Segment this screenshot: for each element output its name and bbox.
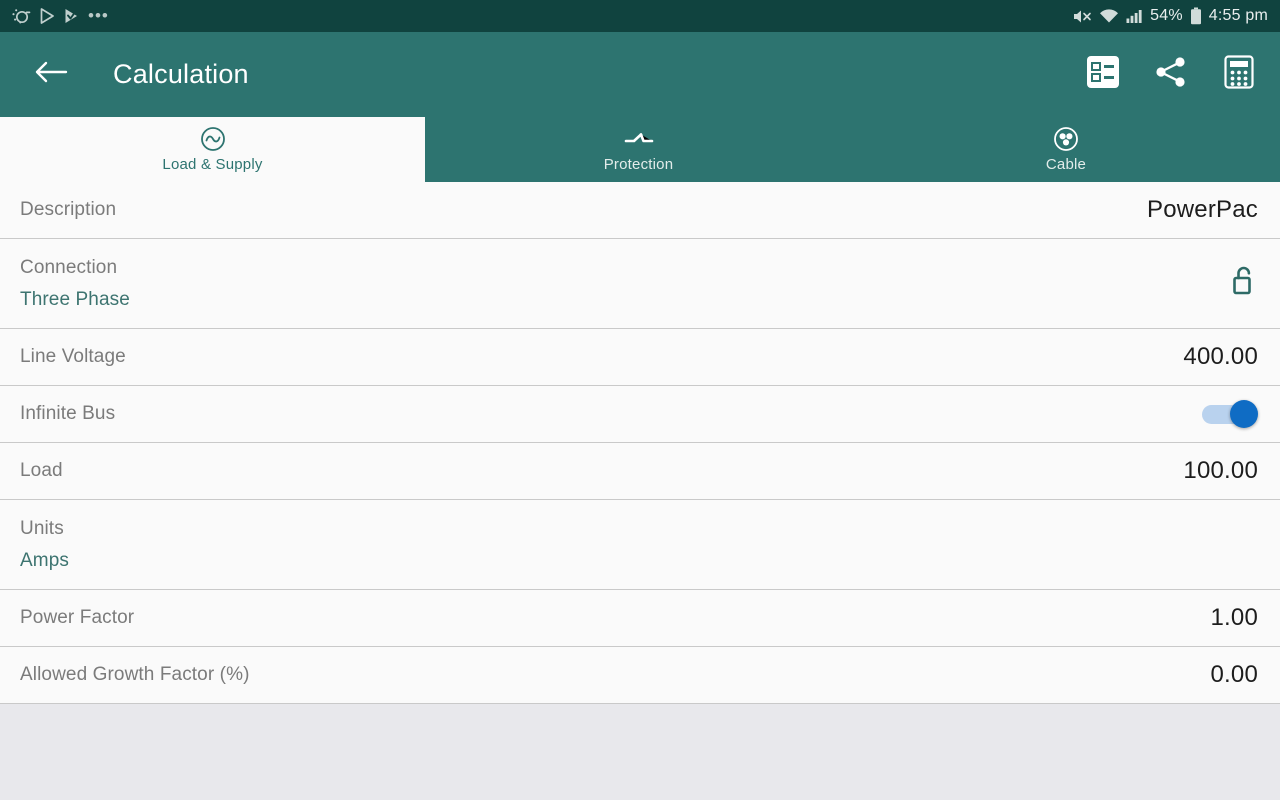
row-value: 1.00	[1210, 604, 1258, 631]
row-value-group: 400.00	[1183, 343, 1258, 371]
list-item-infinite-bus[interactable]: Infinite Bus	[0, 386, 1280, 443]
row-value-group	[1230, 264, 1258, 303]
row-label: Allowed Growth Factor (%)	[20, 664, 250, 685]
ac-sine-wave-icon	[200, 126, 226, 151]
row-label: Load	[20, 460, 63, 481]
app-bar-actions	[1082, 54, 1260, 96]
page-title: Calculation	[113, 59, 249, 89]
empty-area	[0, 704, 1280, 800]
row-label-group: Power Factor	[20, 607, 134, 629]
toggle-thumb	[1230, 400, 1258, 428]
row-label: Line Voltage	[20, 346, 126, 367]
app-bar: Calculation	[0, 32, 1280, 117]
row-label: Connection	[20, 256, 118, 278]
row-value-group	[1202, 398, 1258, 430]
row-label: Power Factor	[20, 607, 135, 628]
list-item-line-voltage[interactable]: Line Voltage 400.00	[0, 329, 1280, 386]
tab-label: Load & Supply	[162, 155, 263, 173]
infinite-bus-toggle[interactable]	[1202, 398, 1258, 430]
battery-percent-label: 54%	[1150, 7, 1183, 24]
play-store-icon	[40, 8, 55, 24]
row-label-group: Infinite Bus	[20, 403, 115, 425]
back-arrow-icon	[34, 59, 68, 90]
list-item-units[interactable]: Units Amps	[0, 500, 1280, 590]
tab-label: Cable	[1045, 155, 1087, 173]
row-label-group: Line Voltage	[20, 346, 126, 368]
row-subvalue: Amps	[20, 549, 69, 571]
status-bar-right-icons: 54% 4:55 pm	[1072, 7, 1268, 25]
settings-list: Description PowerPac Connection Three Ph…	[0, 182, 1280, 704]
calculator-button[interactable]	[1218, 54, 1260, 96]
tab-label: Protection	[603, 155, 674, 173]
tab-load-and-supply[interactable]: Load & Supply	[0, 117, 425, 182]
row-label-group: Description	[20, 199, 116, 221]
row-value: 100.00	[1183, 457, 1258, 484]
clock-label: 4:55 pm	[1208, 7, 1268, 24]
wifi-icon	[1099, 8, 1119, 25]
app-root: ••• 54% 4:55 pm Calculation Load & Suppl…	[0, 0, 1280, 800]
cast-screen-icon	[12, 8, 31, 24]
row-label-group: Load	[20, 460, 63, 482]
row-value-group: 0.00	[1210, 661, 1258, 689]
overflow-dots-icon: •••	[88, 6, 109, 25]
volume-mute-icon	[1072, 8, 1092, 25]
row-label-group: Units Amps	[20, 518, 69, 572]
unlocked-padlock-icon[interactable]	[1230, 264, 1258, 303]
list-item-power-factor[interactable]: Power Factor 1.00	[0, 590, 1280, 647]
row-label: Description	[20, 199, 117, 220]
row-value-group: PowerPac	[1147, 196, 1258, 224]
list-view-icon	[1085, 54, 1121, 95]
tab-protection[interactable]: Protection	[425, 117, 852, 182]
three-core-cable-icon	[1053, 126, 1079, 151]
row-label: Infinite Bus	[20, 403, 116, 424]
battery-icon	[1190, 7, 1202, 25]
cellular-signal-icon	[1126, 8, 1143, 25]
list-view-button[interactable]	[1082, 54, 1124, 96]
row-value: PowerPac	[1147, 196, 1258, 223]
row-value: 0.00	[1210, 661, 1258, 688]
row-label-group: Connection Three Phase	[20, 257, 130, 311]
row-label-group: Allowed Growth Factor (%)	[20, 664, 250, 686]
tab-cable[interactable]: Cable	[852, 117, 1280, 182]
share-icon	[1153, 54, 1189, 95]
share-button[interactable]	[1150, 54, 1192, 96]
play-check-icon	[64, 8, 79, 24]
circuit-breaker-icon	[624, 127, 654, 151]
row-value-group: 100.00	[1183, 457, 1258, 485]
tab-bar: Load & Supply Protection Cable	[0, 117, 1280, 182]
list-item-allowed-growth-factor[interactable]: Allowed Growth Factor (%) 0.00	[0, 647, 1280, 704]
calculator-icon	[1221, 54, 1257, 95]
list-item-load[interactable]: Load 100.00	[0, 443, 1280, 500]
row-value: 400.00	[1183, 343, 1258, 370]
list-item-connection[interactable]: Connection Three Phase	[0, 239, 1280, 329]
row-subvalue: Three Phase	[20, 288, 130, 310]
list-item-description[interactable]: Description PowerPac	[0, 182, 1280, 239]
status-bar-left-icons: •••	[12, 6, 109, 25]
row-label: Units	[20, 517, 64, 539]
row-value-group: 1.00	[1210, 604, 1258, 632]
status-bar: ••• 54% 4:55 pm	[0, 0, 1280, 32]
back-button[interactable]	[28, 52, 74, 98]
